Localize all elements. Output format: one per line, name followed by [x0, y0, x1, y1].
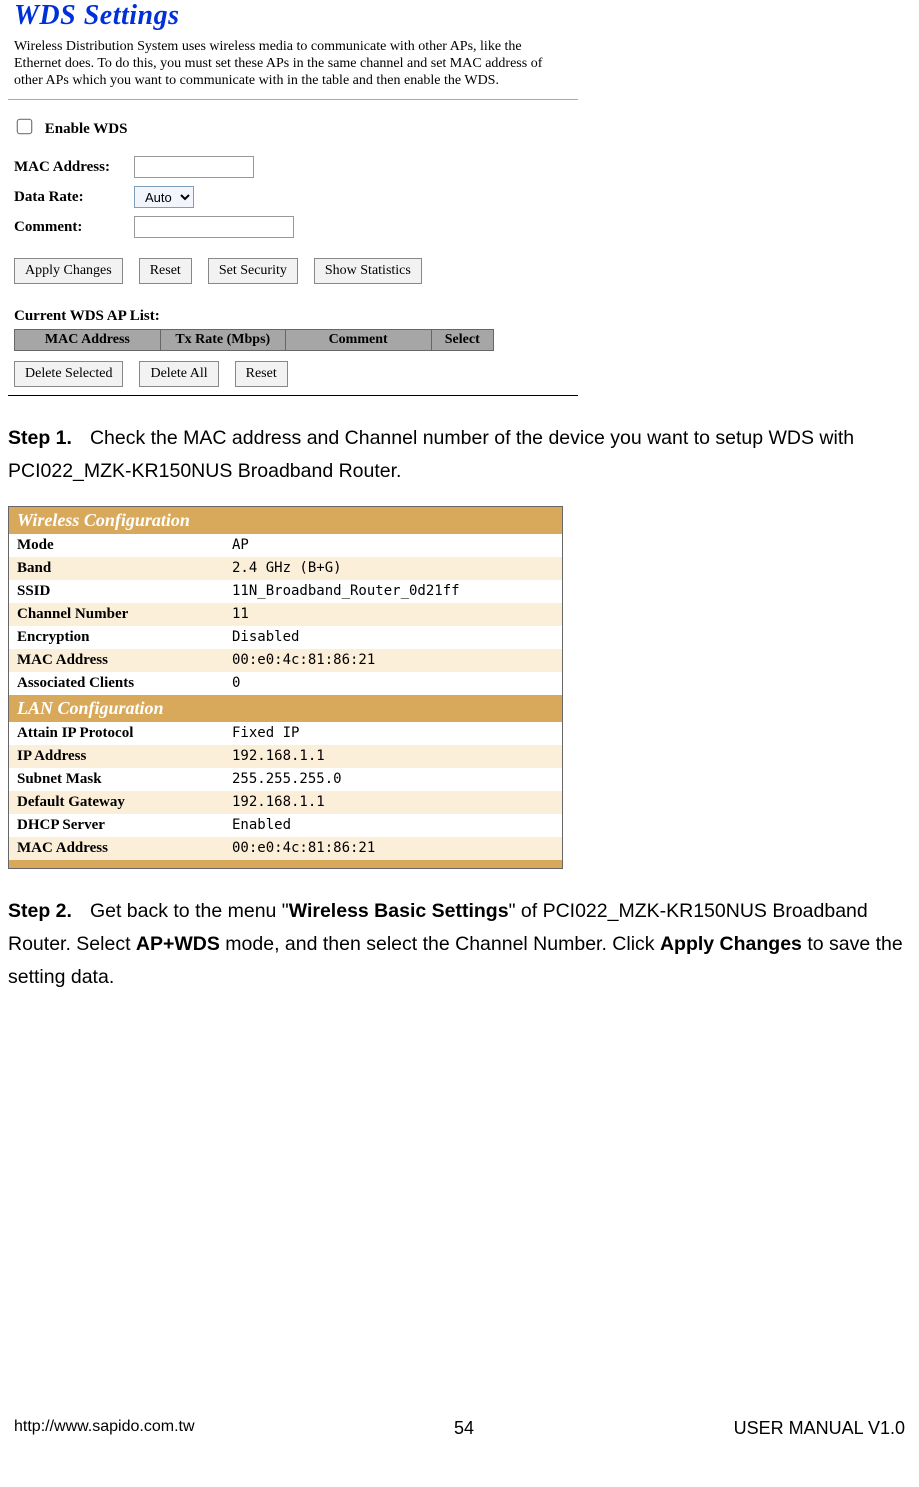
- config-row: Band2.4 GHz (B+G): [9, 557, 562, 580]
- config-value: 192.168.1.1: [224, 745, 562, 768]
- config-row: Default Gateway192.168.1.1: [9, 791, 562, 814]
- config-key: Band: [9, 557, 224, 580]
- config-row: EncryptionDisabled: [9, 626, 562, 649]
- config-row: SSID11N_Broadband_Router_0d21ff: [9, 580, 562, 603]
- footer-url: http://www.sapido.com.tw: [14, 1418, 195, 1439]
- config-key: DHCP Server: [9, 814, 224, 837]
- config-row: MAC Address00:e0:4c:81:86:21: [9, 837, 562, 860]
- delete-all-button[interactable]: Delete All: [139, 361, 218, 387]
- wds-aplist-heading: Current WDS AP List:: [14, 308, 572, 325]
- step1-body: Check the MAC address and Channel number…: [8, 427, 854, 482]
- wireless-config-head: Wireless Configuration: [9, 507, 562, 534]
- config-row: Subnet Mask255.255.255.0: [9, 768, 562, 791]
- config-panel: Wireless Configuration ModeAPBand2.4 GHz…: [8, 506, 563, 869]
- enable-wds-label: Enable WDS: [45, 121, 128, 137]
- config-value: 00:e0:4c:81:86:21: [224, 837, 562, 860]
- config-value: 192.168.1.1: [224, 791, 562, 814]
- lan-config-head: LAN Configuration: [9, 695, 562, 722]
- ap-wds-bold: AP+WDS: [136, 933, 220, 955]
- step1-text: Step 1.Check the MAC address and Channel…: [8, 422, 911, 488]
- wds-panel: WDS Settings Wireless Distribution Syste…: [8, 0, 578, 396]
- config-row: DHCP ServerEnabled: [9, 814, 562, 837]
- enable-wds-checkbox[interactable]: [17, 119, 33, 135]
- config-key: Encryption: [9, 626, 224, 649]
- config-value: AP: [224, 534, 562, 557]
- reset-button[interactable]: Reset: [139, 258, 192, 284]
- config-row: ModeAP: [9, 534, 562, 557]
- wireless-basic-settings-bold: Wireless Basic Settings: [289, 900, 509, 922]
- config-value: 11N_Broadband_Router_0d21ff: [224, 580, 562, 603]
- config-row: IP Address192.168.1.1: [9, 745, 562, 768]
- mac-address-input[interactable]: [134, 156, 254, 178]
- show-statistics-button[interactable]: Show Statistics: [314, 258, 422, 284]
- config-value: 2.4 GHz (B+G): [224, 557, 562, 580]
- th-comment: Comment: [285, 330, 431, 351]
- config-value: 0: [224, 672, 562, 695]
- reset-button-2[interactable]: Reset: [235, 361, 288, 387]
- config-key: Channel Number: [9, 603, 224, 626]
- config-key: MAC Address: [9, 837, 224, 860]
- mac-address-label: MAC Address:: [14, 159, 134, 176]
- comment-input[interactable]: [134, 216, 294, 238]
- config-row: Associated Clients0: [9, 672, 562, 695]
- config-key: Subnet Mask: [9, 768, 224, 791]
- wds-title: WDS Settings: [8, 0, 578, 38]
- config-row: Attain IP ProtocolFixed IP: [9, 722, 562, 745]
- apply-changes-button[interactable]: Apply Changes: [14, 258, 123, 284]
- delete-selected-button[interactable]: Delete Selected: [14, 361, 123, 387]
- enable-wds-row: Enable WDS: [14, 120, 572, 138]
- config-key: Default Gateway: [9, 791, 224, 814]
- th-mac: MAC Address: [15, 330, 161, 351]
- apply-changes-bold: Apply Changes: [660, 933, 802, 955]
- config-row: MAC Address00:e0:4c:81:86:21: [9, 649, 562, 672]
- config-key: MAC Address: [9, 649, 224, 672]
- config-key: Associated Clients: [9, 672, 224, 695]
- config-key: SSID: [9, 580, 224, 603]
- config-key: IP Address: [9, 745, 224, 768]
- footer-page: 54: [454, 1418, 474, 1439]
- wds-description: Wireless Distribution System uses wirele…: [8, 38, 578, 100]
- config-value: Fixed IP: [224, 722, 562, 745]
- step1-lead: Step 1.: [8, 427, 72, 449]
- config-value: Disabled: [224, 626, 562, 649]
- config-key: Mode: [9, 534, 224, 557]
- config-value: 00:e0:4c:81:86:21: [224, 649, 562, 672]
- step2-lead: Step 2.: [8, 900, 72, 922]
- step2-text: Step 2.Get back to the menu "Wireless Ba…: [8, 895, 911, 994]
- config-value: Enabled: [224, 814, 562, 837]
- config-value: 255.255.255.0: [224, 768, 562, 791]
- data-rate-select[interactable]: Auto: [134, 186, 194, 208]
- config-cutoff: [9, 860, 562, 868]
- config-value: 11: [224, 603, 562, 626]
- th-select: Select: [431, 330, 493, 351]
- config-row: Channel Number11: [9, 603, 562, 626]
- th-rate: Tx Rate (Mbps): [160, 330, 285, 351]
- data-rate-label: Data Rate:: [14, 189, 134, 206]
- wds-ap-table: MAC Address Tx Rate (Mbps) Comment Selec…: [14, 329, 494, 351]
- comment-label: Comment:: [14, 219, 134, 236]
- set-security-button[interactable]: Set Security: [208, 258, 298, 284]
- page-footer: http://www.sapido.com.tw 54 USER MANUAL …: [0, 1418, 919, 1439]
- footer-version: USER MANUAL V1.0: [734, 1418, 905, 1439]
- config-key: Attain IP Protocol: [9, 722, 224, 745]
